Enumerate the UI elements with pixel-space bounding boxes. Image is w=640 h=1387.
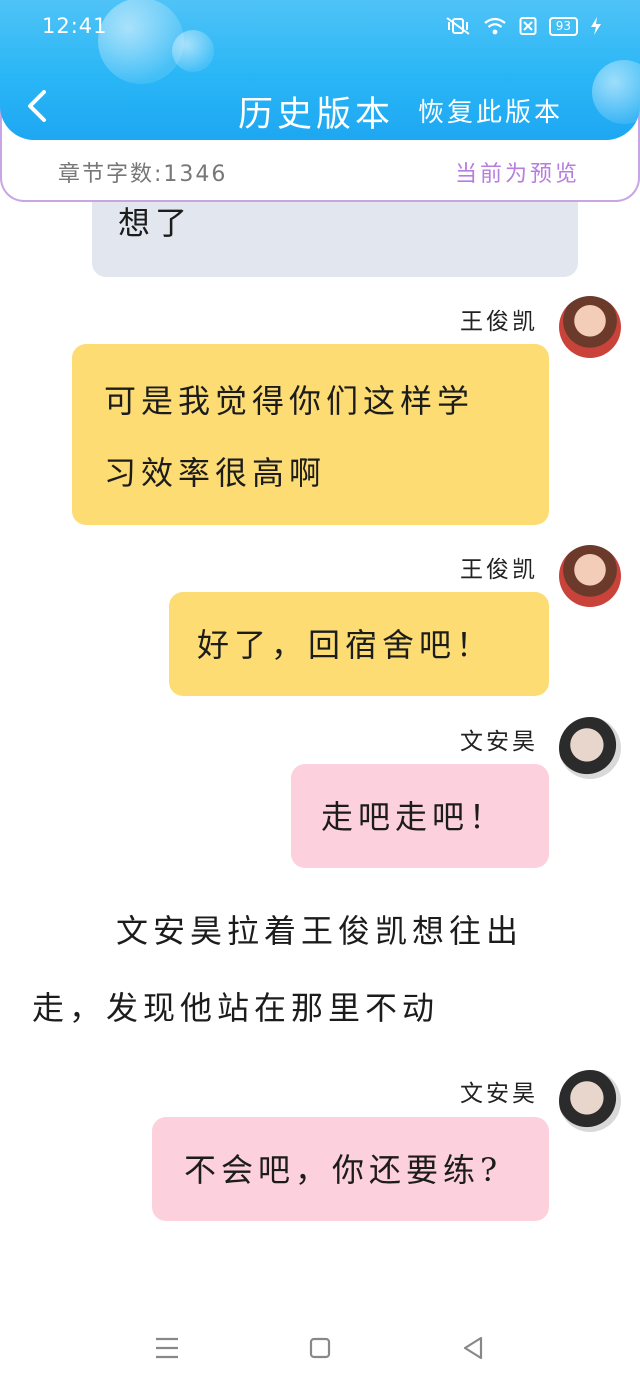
chat-bubble: 走吧走吧！ bbox=[291, 764, 549, 868]
avatar[interactable] bbox=[559, 1070, 621, 1132]
status-time: 12:41 bbox=[42, 14, 108, 38]
chat-bubble: 可是我觉得你们这样学 习效率很高啊 bbox=[72, 344, 549, 525]
top-header: 12:41 93 历史版本 恢复此版本 bbox=[0, 0, 640, 140]
word-count-label: 章节字数:1346 bbox=[58, 162, 228, 187]
page-title: 历史版本 bbox=[238, 95, 395, 135]
speaker-name: 王俊凯 bbox=[460, 309, 538, 335]
speaker-name: 文安昊 bbox=[460, 729, 538, 755]
decorative-bubble bbox=[98, 0, 184, 84]
chat-bubble-text: 走吧走吧！ bbox=[321, 798, 507, 836]
charging-icon bbox=[591, 17, 601, 35]
mute-vibrate-icon bbox=[446, 17, 470, 35]
chat-bubble-text: 不会吧，你还要练? bbox=[184, 1151, 503, 1189]
speaker-name: 王俊凯 bbox=[460, 557, 538, 583]
speaker-name: 文安昊 bbox=[460, 1081, 538, 1107]
restore-version-button[interactable]: 恢复此版本 bbox=[418, 92, 563, 129]
chat-bubble-text: 好了，回宿舍吧！ bbox=[197, 626, 494, 664]
avatar[interactable] bbox=[559, 545, 621, 607]
chat-bubble: 不会吧，你还要练? bbox=[152, 1117, 549, 1221]
avatar[interactable] bbox=[559, 296, 621, 358]
chapter-content[interactable]: 想了 王俊凯 可是我觉得你们这样学 习效率很高啊 王俊凯 好了，回宿舍吧！ 文安… bbox=[0, 0, 640, 1387]
narration-text: 文安昊拉着王俊凯想往出 bbox=[116, 912, 524, 950]
battery-icon: 93 bbox=[548, 16, 578, 36]
wifi-icon bbox=[484, 17, 506, 35]
chat-bubble-text: 习效率很高啊 bbox=[104, 454, 327, 492]
back-arrow-icon[interactable] bbox=[22, 86, 52, 126]
narration-text: 走，发现他站在那里不动 bbox=[32, 989, 440, 1027]
decorative-bubble bbox=[172, 30, 214, 72]
preview-status: 当前为预览 bbox=[454, 162, 580, 187]
chat-bubble-text: 可是我觉得你们这样学 bbox=[104, 382, 475, 420]
chat-bubble: 好了，回宿舍吧！ bbox=[169, 592, 549, 696]
avatar[interactable] bbox=[559, 717, 621, 779]
sim-off-icon bbox=[519, 17, 537, 35]
decorative-bubble bbox=[592, 60, 640, 124]
chat-bubble-text: 想了 bbox=[118, 204, 193, 242]
status-icons: 93 bbox=[445, 16, 602, 36]
